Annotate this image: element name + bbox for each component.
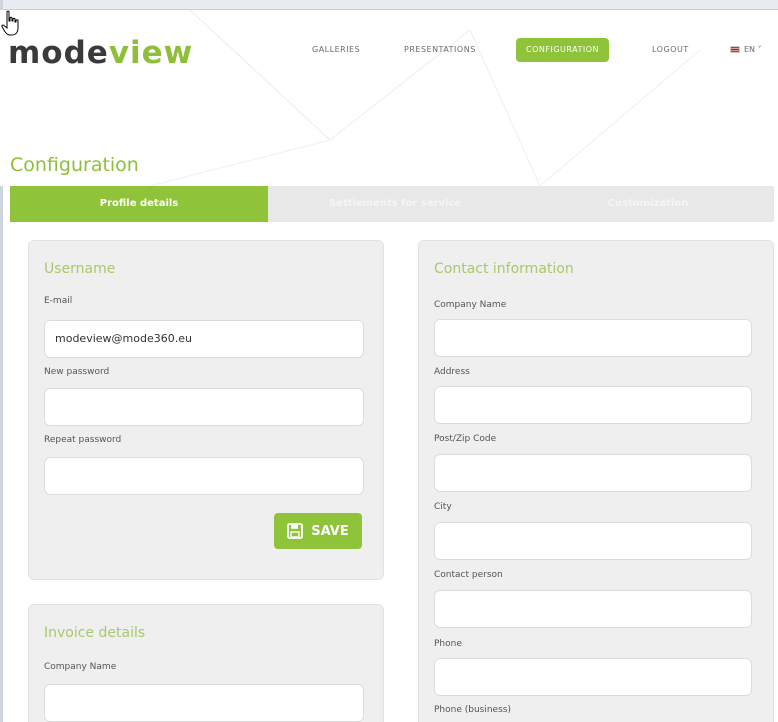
nav-galleries[interactable]: GALLERIES <box>312 38 360 62</box>
email-field[interactable]: modeview@mode360.eu <box>44 320 364 358</box>
language-selector[interactable]: EN ˅ <box>730 38 762 62</box>
invoice-panel-title: Invoice details <box>44 625 146 641</box>
invoice-company-field[interactable] <box>44 684 364 722</box>
repeat-password-label: Repeat password <box>44 435 122 445</box>
zip-code-label: Post/Zip Code <box>434 434 497 444</box>
tab-settlements[interactable]: Settlements for service <box>268 186 522 222</box>
zip-code-field[interactable] <box>434 454 752 492</box>
username-panel-title: Username <box>44 261 116 277</box>
save-button-label: SAVE <box>311 523 349 539</box>
phone-label: Phone <box>434 639 462 649</box>
header-area: modeview GALLERIES PRESENTATIONS CONFIGU… <box>0 10 778 186</box>
chevron-down-icon: ˅ <box>757 45 762 54</box>
config-tabs: Profile details Settlements for service … <box>10 186 774 222</box>
uk-flag-icon <box>730 46 740 53</box>
window-frame-top <box>0 0 778 10</box>
contact-person-field[interactable] <box>434 590 752 628</box>
nav-presentations[interactable]: PRESENTATIONS <box>404 38 476 62</box>
logo-text-view: view <box>108 35 194 71</box>
nav-logout[interactable]: LOGOUT <box>652 38 689 62</box>
page-title: Configuration <box>10 154 139 176</box>
floppy-disk-icon <box>287 523 304 539</box>
logo-text-mode: mode <box>8 35 109 71</box>
tab-customization[interactable]: Customization <box>522 186 774 222</box>
address-field[interactable] <box>434 386 752 424</box>
contact-company-field[interactable] <box>434 319 752 357</box>
new-password-label: New password <box>44 367 110 377</box>
contact-company-label: Company Name <box>434 300 507 310</box>
modeview-logo[interactable]: modeview <box>8 38 193 69</box>
phone-field[interactable] <box>434 658 752 696</box>
phone-business-label: Phone (business) <box>434 705 511 715</box>
contact-panel-title: Contact information <box>434 261 574 277</box>
hand-pointer-icon <box>1 10 19 36</box>
city-field[interactable] <box>434 522 752 560</box>
language-label: EN <box>744 45 756 54</box>
save-button[interactable]: SAVE <box>274 513 362 549</box>
address-label: Address <box>434 367 470 377</box>
contact-person-label: Contact person <box>434 570 503 580</box>
new-password-field[interactable] <box>44 388 364 426</box>
invoice-company-label: Company Name <box>44 662 117 672</box>
city-label: City <box>434 502 452 512</box>
email-label: E-mail <box>44 296 73 306</box>
tab-profile-details[interactable]: Profile details <box>10 186 268 222</box>
repeat-password-field[interactable] <box>44 457 364 495</box>
nav-configuration[interactable]: CONFIGURATION <box>516 38 609 62</box>
